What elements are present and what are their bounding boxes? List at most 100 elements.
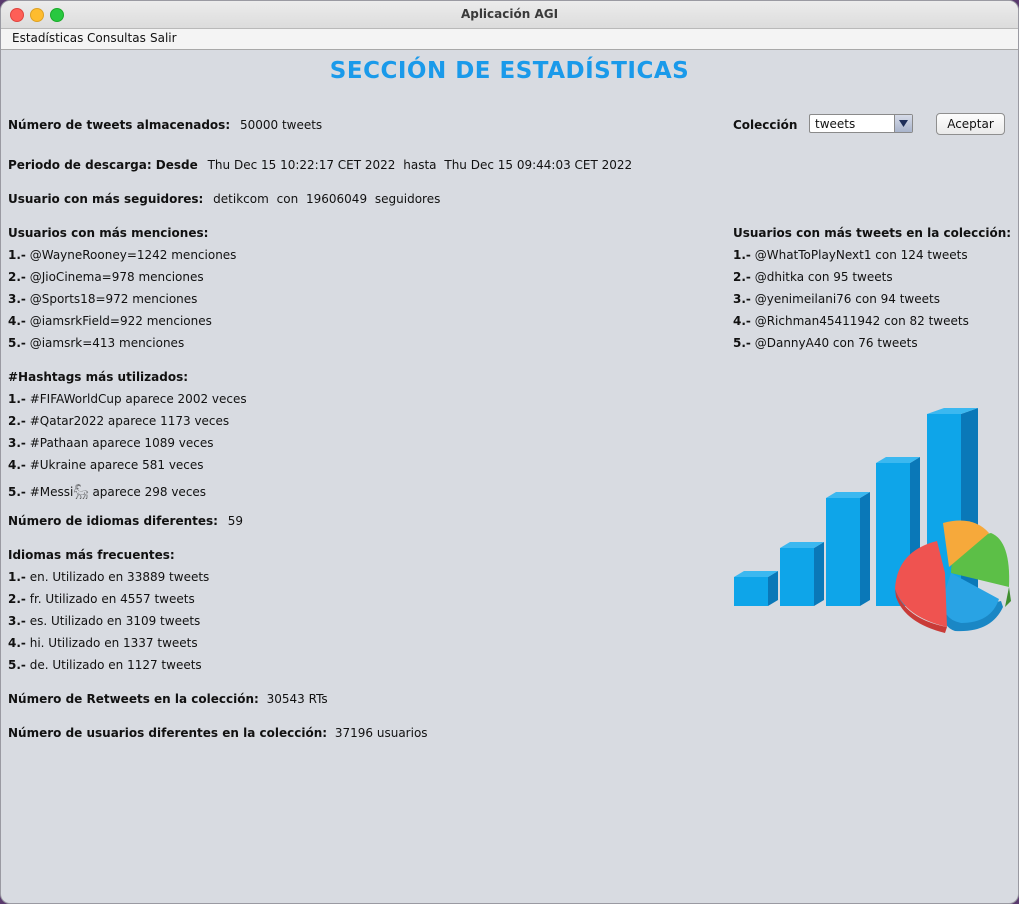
list-item-number: 1.- bbox=[733, 248, 751, 262]
languages-count-value: 59 bbox=[227, 514, 244, 528]
users-value: 37196 usuarios bbox=[334, 726, 428, 740]
list-item-text: #Messi𓃵 aparece 298 veces bbox=[29, 485, 207, 499]
list-item-text: @DannyA40 con 76 tweets bbox=[754, 336, 918, 350]
list-item-text: @WayneRooney=1242 menciones bbox=[29, 248, 237, 262]
hashtags-title: #Hashtags más utilizados: bbox=[8, 370, 189, 384]
list-item: 3.- es. Utilizado en 3109 tweets bbox=[8, 614, 200, 628]
section-title: SECCIÓN DE ESTADÍSTICAS bbox=[329, 58, 690, 84]
tweets-stored-value: 50000 tweets bbox=[239, 118, 323, 132]
list-item-number: 1.- bbox=[8, 570, 26, 584]
list-item-number: 2.- bbox=[8, 270, 26, 284]
list-item-text: en. Utilizado en 33889 tweets bbox=[29, 570, 210, 584]
most-followers-row: Usuario con más seguidores: detikcom con… bbox=[8, 192, 440, 206]
period-label: Periodo de descarga: Desde bbox=[8, 158, 198, 172]
menu-consultas[interactable]: Consultas bbox=[87, 31, 146, 45]
list-item-text: #Pathaan aparece 1089 veces bbox=[29, 436, 214, 450]
list-item-number: 5.- bbox=[733, 336, 751, 350]
list-item: 4.- #Ukraine aparece 581 veces bbox=[8, 458, 204, 472]
list-item-text: @iamsrkField=922 menciones bbox=[29, 314, 212, 328]
list-item: 5.- de. Utilizado en 1127 tweets bbox=[8, 658, 202, 672]
list-item-text: @Richman45411942 con 82 tweets bbox=[754, 314, 969, 328]
followers-user: detikcom bbox=[213, 192, 269, 206]
list-item-text: @iamsrk=413 menciones bbox=[29, 336, 185, 350]
list-item-text: hi. Utilizado en 1337 tweets bbox=[29, 636, 198, 650]
languages-title: Idiomas más frecuentes: bbox=[8, 548, 175, 562]
list-item: 1.- @WhatToPlayNext1 con 124 tweets bbox=[733, 248, 968, 262]
list-item: 3.- @Sports18=972 menciones bbox=[8, 292, 197, 306]
unique-users-row: Número de usuarios diferentes en la cole… bbox=[8, 726, 428, 740]
top-tweeters-title: Usuarios con más tweets en la colección: bbox=[733, 226, 1012, 240]
chevron-down-icon[interactable] bbox=[894, 115, 912, 132]
list-item: 3.- #Pathaan aparece 1089 veces bbox=[8, 436, 214, 450]
list-item-text: @WhatToPlayNext1 con 124 tweets bbox=[754, 248, 968, 262]
list-item: 1.- @WayneRooney=1242 menciones bbox=[8, 248, 236, 262]
list-item-number: 5.- bbox=[8, 658, 26, 672]
list-item-number: 3.- bbox=[733, 292, 751, 306]
list-item-number: 3.- bbox=[8, 292, 26, 306]
list-item: 5.- @iamsrk=413 menciones bbox=[8, 336, 184, 350]
list-item: 1.- #FIFAWorldCup aparece 2002 veces bbox=[8, 392, 247, 406]
retweets-value: 30543 RTs bbox=[266, 692, 328, 706]
list-item: 2.- @JioCinema=978 menciones bbox=[8, 270, 204, 284]
menu-bar: Estadísticas Consultas Salir bbox=[1, 29, 1018, 50]
bar-icon bbox=[734, 571, 778, 606]
followers-con: con bbox=[276, 192, 299, 206]
list-item-number: 1.- bbox=[8, 392, 26, 406]
list-item-text: de. Utilizado en 1127 tweets bbox=[29, 658, 202, 672]
period-to: Thu Dec 15 09:44:03 CET 2022 bbox=[444, 158, 633, 172]
period-until-word: hasta bbox=[403, 158, 437, 172]
statistics-chart-icon bbox=[734, 408, 1011, 633]
list-item-number: 3.- bbox=[8, 436, 26, 450]
list-item-number: 5.- bbox=[8, 336, 26, 350]
menu-estadisticas[interactable]: Estadísticas bbox=[12, 31, 83, 45]
list-item-number: 4.- bbox=[8, 458, 26, 472]
collection-select[interactable]: tweets bbox=[809, 114, 913, 133]
list-item-text: @dhitka con 95 tweets bbox=[754, 270, 893, 284]
period-from: Thu Dec 15 10:22:17 CET 2022 bbox=[207, 158, 396, 172]
list-item-number: 1.- bbox=[8, 248, 26, 262]
window-title: Aplicación AGI bbox=[460, 7, 559, 21]
list-item-text: @Sports18=972 menciones bbox=[29, 292, 198, 306]
accept-button[interactable]: Aceptar bbox=[936, 113, 1005, 135]
list-item: 5.- #Messi𓃵 aparece 298 veces bbox=[8, 480, 206, 500]
list-item-text: es. Utilizado en 3109 tweets bbox=[29, 614, 201, 628]
list-item-number: 4.- bbox=[733, 314, 751, 328]
collection-label: Colección bbox=[733, 118, 798, 132]
retweets-row: Número de Retweets en la colección: 3054… bbox=[8, 692, 328, 706]
mentions-title: Usuarios con más menciones: bbox=[8, 226, 209, 240]
list-item-number: 4.- bbox=[8, 636, 26, 650]
retweets-label: Número de Retweets en la colección: bbox=[8, 692, 259, 706]
list-item-text: #Qatar2022 aparece 1173 veces bbox=[29, 414, 230, 428]
followers-suffix: seguidores bbox=[374, 192, 441, 206]
languages-count-label: Número de idiomas diferentes: bbox=[8, 514, 218, 528]
list-item: 3.- @yenimeilani76 con 94 tweets bbox=[733, 292, 940, 306]
tweets-stored-row: Número de tweets almacenados: 50000 twee… bbox=[8, 118, 322, 132]
list-item-number: 3.- bbox=[8, 614, 26, 628]
list-item: 2.- @dhitka con 95 tweets bbox=[733, 270, 893, 284]
list-item-number: 5.- bbox=[8, 485, 26, 499]
download-period-row: Periodo de descarga: Desde Thu Dec 15 10… bbox=[8, 158, 632, 172]
app-window: Aplicación AGI Estadísticas Consultas Sa… bbox=[0, 0, 1019, 904]
languages-count-row: Número de idiomas diferentes: 59 bbox=[8, 514, 243, 528]
title-bar: Aplicación AGI bbox=[1, 1, 1018, 29]
list-item: 4.- @iamsrkField=922 menciones bbox=[8, 314, 212, 328]
list-item-text: @JioCinema=978 menciones bbox=[29, 270, 204, 284]
list-item-number: 2.- bbox=[733, 270, 751, 284]
users-label: Número de usuarios diferentes en la cole… bbox=[8, 726, 328, 740]
list-item-text: fr. Utilizado en 4557 tweets bbox=[29, 592, 195, 606]
list-item: 4.- @Richman45411942 con 82 tweets bbox=[733, 314, 969, 328]
followers-label: Usuario con más seguidores: bbox=[8, 192, 204, 206]
bar-icon bbox=[826, 492, 870, 606]
menu-salir[interactable]: Salir bbox=[150, 31, 177, 45]
list-item-text: #Ukraine aparece 581 veces bbox=[29, 458, 204, 472]
collection-select-value: tweets bbox=[815, 117, 856, 131]
list-item-text: @yenimeilani76 con 94 tweets bbox=[754, 292, 940, 306]
bar-icon bbox=[780, 542, 824, 606]
list-item-number: 2.- bbox=[8, 414, 26, 428]
list-item: 4.- hi. Utilizado en 1337 tweets bbox=[8, 636, 198, 650]
list-item-number: 4.- bbox=[8, 314, 26, 328]
list-item-text: #FIFAWorldCup aparece 2002 veces bbox=[29, 392, 247, 406]
list-item: 5.- @DannyA40 con 76 tweets bbox=[733, 336, 918, 350]
tweets-stored-label: Número de tweets almacenados: bbox=[8, 118, 231, 132]
followers-count: 19606049 bbox=[306, 192, 368, 206]
